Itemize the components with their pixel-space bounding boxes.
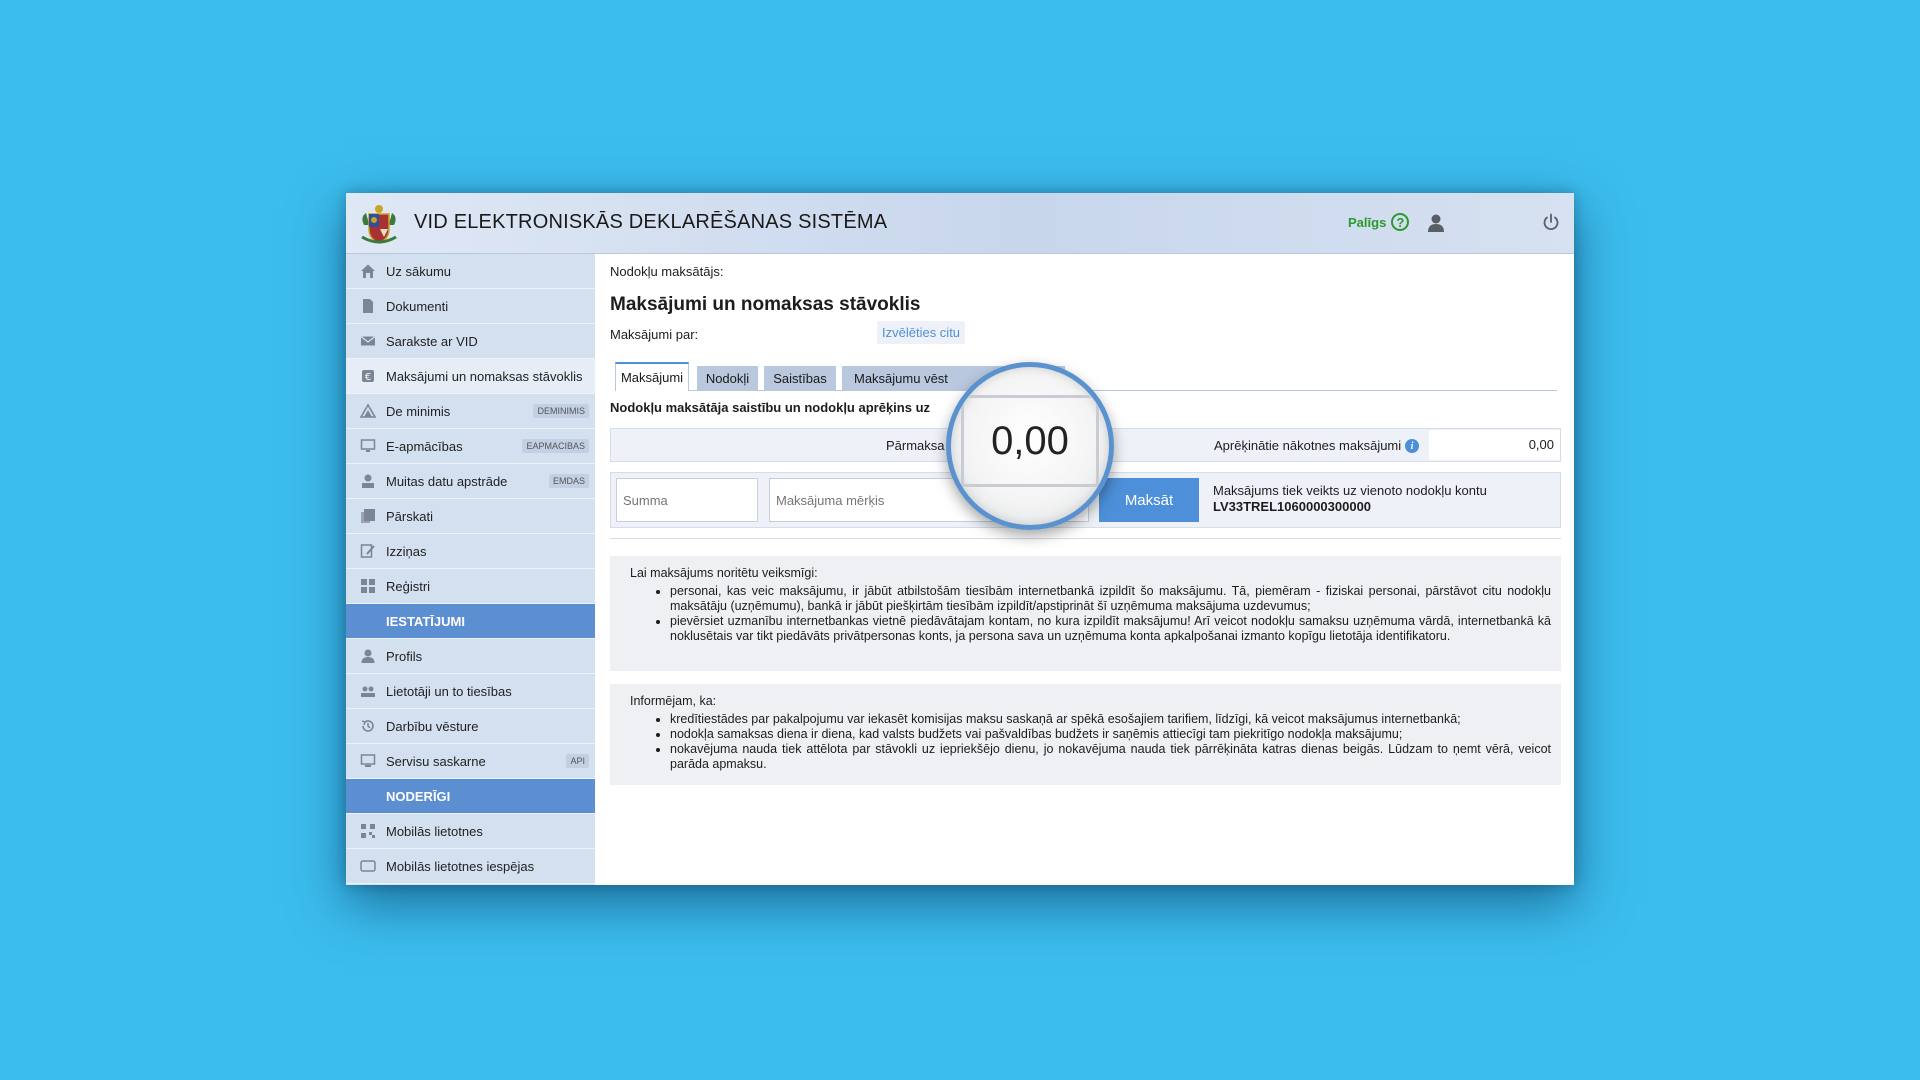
profile-icon — [361, 649, 375, 663]
divider — [610, 538, 1561, 539]
sidebar-item-label: E-apmācības — [386, 438, 463, 454]
sidebar-item-reports[interactable]: Pārskati — [346, 499, 595, 534]
section-title: Nodokļu maksātāja saistību un nodokļu ap… — [610, 400, 931, 415]
certificate-icon — [360, 544, 375, 558]
tab-liabilities[interactable]: Saistības — [764, 366, 836, 390]
de-minimis-icon — [360, 403, 376, 418]
sidebar: Uz sākumu Dokumenti Sarakste ar VID € Ma… — [346, 254, 595, 885]
sidebar-item-elearning[interactable]: E-apmācības EAPMACIBAS — [346, 429, 595, 464]
customs-icon — [362, 474, 374, 488]
magnifier-overlay: 0,00 — [946, 362, 1114, 530]
amount-input[interactable] — [616, 478, 758, 522]
document-icon — [363, 299, 373, 313]
sidebar-item-label: Izziņas — [386, 543, 427, 559]
future-payments-label: Aprēķinātie nākotnes maksājumi — [1214, 438, 1402, 453]
payment-note-text: Maksājums tiek veikts uz vienoto nodokļu… — [1213, 483, 1487, 498]
app-header: VID ELEKTRONISKĀS DEKLARĒŠANAS SISTĒMA P… — [346, 193, 1574, 254]
notice-info-box: Informējam, ka: kredītiestādes par pakal… — [610, 684, 1561, 785]
sidebar-item-certificates[interactable]: Izziņas — [346, 534, 595, 569]
sidebar-item-label: Sarakste ar VID — [386, 333, 478, 349]
users-icon — [361, 686, 375, 697]
list-item: nokavējuma nauda tiek attēlota par stāvo… — [670, 742, 1551, 772]
sidebar-item-label: Mobilās lietotnes — [386, 823, 483, 839]
sidebar-item-de-minimis[interactable]: De minimis DEMINIMIS — [346, 394, 595, 429]
sidebar-item-label: Muitas datu apstrāde — [386, 473, 508, 489]
sidebar-item-api[interactable]: Servisu saskarne API — [346, 744, 595, 779]
sidebar-item-home[interactable]: Uz sākumu — [346, 254, 595, 289]
sidebar-item-label: De minimis — [386, 403, 451, 419]
list-item: nodokļa samaksas diena ir diena, kad val… — [670, 727, 1551, 742]
sidebar-item-payments[interactable]: € Maksājumi un nomaksas stāvoklis — [346, 359, 595, 394]
sidebar-item-customs[interactable]: Muitas datu apstrāde EMDAS — [346, 464, 595, 499]
success-info-title: Lai maksājums noritētu veiksmīgi: — [630, 566, 818, 580]
power-icon[interactable] — [1542, 213, 1560, 231]
list-item: personai, kas veic maksājumu, ir jābūt a… — [670, 584, 1551, 614]
mobile-icon — [360, 860, 376, 872]
sidebar-item-mobile-features[interactable]: Mobilās lietotnes iespējas — [346, 849, 595, 884]
sidebar-item-mobile-apps[interactable]: Mobilās lietotnes — [346, 814, 595, 849]
envelope-icon — [360, 336, 376, 346]
app-window: VID ELEKTRONISKĀS DEKLARĒŠANAS SISTĒMA P… — [346, 193, 1574, 885]
sidebar-item-documents[interactable]: Dokumenti — [346, 289, 595, 324]
sidebar-item-profile[interactable]: Profils — [346, 639, 595, 674]
svg-text:€: € — [365, 372, 371, 383]
sidebar-item-users[interactable]: Lietotāji un to tiesības — [346, 674, 595, 709]
sidebar-item-label: Darbību vēsture — [386, 718, 479, 734]
sidebar-item-registers[interactable]: Reģistri — [346, 569, 595, 604]
sidebar-item-label: Pārskati — [386, 508, 433, 524]
tab-payment-history[interactable]: Maksājumu vēst — [842, 366, 957, 390]
pay-button[interactable]: Maksāt — [1099, 478, 1199, 522]
app-title: VID ELEKTRONISKĀS DEKLARĒŠANAS SISTĒMA — [414, 211, 888, 233]
list-item: pievērsiet uzmanību internetbankas vietn… — [670, 614, 1551, 644]
main-content: Nodokļu maksātājs: Maksājumi un nomaksas… — [610, 254, 1561, 885]
tab-taxes[interactable]: Nodokļi — [697, 366, 758, 390]
taxpayer-label: Nodokļu maksātājs: — [610, 264, 724, 279]
account-number: LV33TREL1060000300000 — [1213, 499, 1372, 514]
qr-icon — [361, 824, 375, 838]
help-label: Palīgs — [1348, 214, 1387, 230]
history-icon — [361, 720, 374, 732]
sidebar-section-settings: IESTATĪJUMI — [346, 604, 595, 639]
sidebar-item-badge: EMDAS — [548, 474, 589, 488]
help-icon: ? — [1391, 213, 1410, 231]
page-title: Maksājumi un nomaksas stāvoklis — [610, 294, 921, 315]
success-info-box: Lai maksājums noritētu veiksmīgi: person… — [610, 556, 1561, 671]
sidebar-item-label: Profils — [386, 648, 423, 664]
future-payments-value: 0,00 — [1429, 430, 1560, 460]
api-icon — [360, 754, 376, 767]
sidebar-item-badge: API — [566, 754, 589, 768]
user-icon[interactable] — [1426, 213, 1446, 233]
payments-for-label: Maksājumi par: — [610, 327, 699, 342]
overpayment-label: Pārmaksa — [886, 438, 945, 453]
sidebar-item-label: Dokumenti — [386, 298, 449, 314]
payment-icon: € — [362, 370, 374, 383]
coat-of-arms-logo[interactable] — [358, 203, 400, 245]
sidebar-item-correspondence[interactable]: Sarakste ar VID — [346, 324, 595, 359]
reports-icon — [361, 509, 375, 523]
sidebar-item-label: Servisu saskarne — [386, 753, 486, 769]
overpayment-value: 0,00 — [991, 419, 1069, 463]
info-icon[interactable]: i — [1405, 439, 1419, 453]
tab-payments[interactable]: Maksājumi — [615, 362, 689, 391]
sidebar-item-badge: DEMINIMIS — [533, 404, 589, 418]
registers-icon — [361, 579, 375, 593]
sidebar-item-label: Mobilās lietotnes iespējas — [386, 858, 535, 874]
list-item: kredītiestādes par pakalpojumu var iekas… — [670, 712, 1551, 727]
sidebar-section-useful: NODERĪGI — [346, 779, 595, 814]
sidebar-item-label: Reģistri — [386, 578, 431, 594]
home-icon — [361, 264, 375, 278]
sidebar-item-badge: EAPMACIBAS — [522, 439, 589, 453]
elearning-icon — [360, 439, 376, 452]
sidebar-item-history[interactable]: Darbību vēsture — [346, 709, 595, 744]
notice-info-title: Informējam, ka: — [630, 694, 717, 708]
payment-note: Maksājums tiek veikts uz vienoto nodokļu… — [1213, 483, 1487, 515]
sidebar-item-label: Maksājumi un nomaksas stāvoklis — [386, 368, 583, 384]
choose-other-button[interactable]: Izvēlēties citu — [877, 321, 966, 344]
sidebar-item-label: Lietotāji un to tiesības — [386, 683, 512, 699]
sidebar-item-label: Uz sākumu — [386, 263, 452, 279]
help-button[interactable]: Palīgs ? — [1348, 213, 1410, 231]
